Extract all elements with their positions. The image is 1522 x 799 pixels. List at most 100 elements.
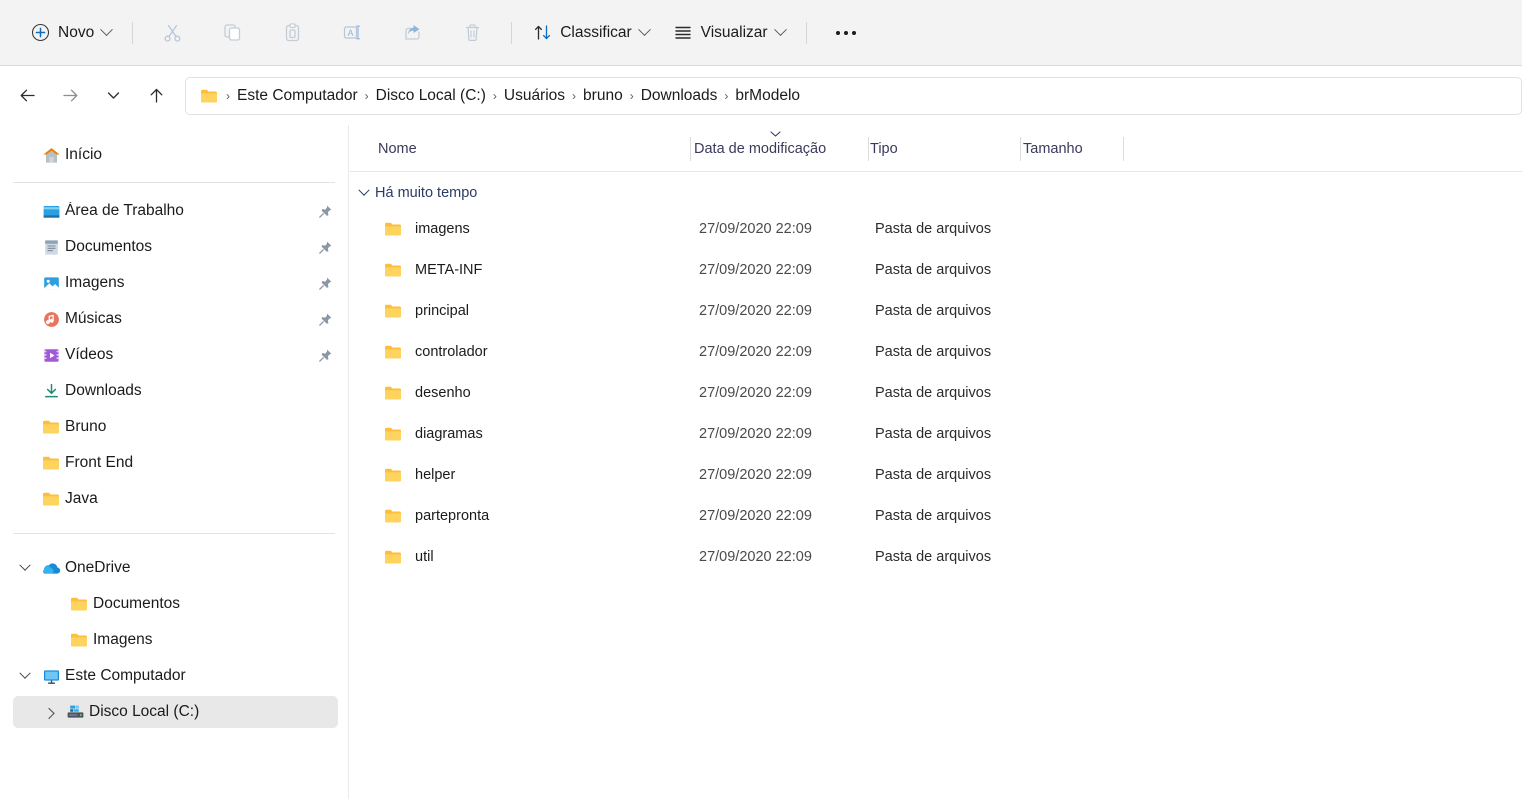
file-name-label: desenho [415,384,471,401]
table-row[interactable]: principal 27/09/2020 22:09 Pasta de arqu… [356,290,1516,331]
column-header-row: Nome Data de modificação Tipo Tamanho [350,125,1522,172]
chevron-down-icon[interactable] [13,667,37,680]
navigation-sidebar[interactable]: Início Área de Trabalho Documentos Image… [0,125,349,799]
table-row[interactable]: META-INF 27/09/2020 22:09 Pasta de arqui… [356,249,1516,290]
table-row[interactable]: imagens 27/09/2020 22:09 Pasta de arquiv… [356,208,1516,249]
back-button[interactable] [10,79,44,113]
more-options-button[interactable] [825,15,867,51]
sidebar-item-label: Documentos [65,238,153,255]
chevron-down-icon[interactable] [13,559,37,572]
command-toolbar: Novo A Classificar Visualizar [0,0,1522,66]
breadcrumb-item-5[interactable]: brModelo [729,84,806,108]
pin-icon[interactable] [312,276,338,291]
sidebar-item-downloads[interactable]: Downloads [13,375,338,407]
folder-icon [384,262,403,278]
plus-circle-icon [31,23,50,42]
sidebar-item-onedrive-documentos[interactable]: Documentos [13,588,338,620]
sidebar-item-this-pc[interactable]: Este Computador [13,660,338,692]
sidebar-item-pictures[interactable]: Imagens [13,267,338,299]
view-button[interactable]: Visualizar [662,15,796,51]
delete-button[interactable] [451,15,493,51]
breadcrumb-item-4[interactable]: Downloads [635,84,724,108]
group-header-long-ago[interactable]: Há muito tempo [350,178,1522,208]
sidebar-item-documents[interactable]: Documentos [13,231,338,263]
pin-icon[interactable] [312,204,338,219]
folder-icon [37,491,65,507]
pin-icon[interactable] [312,240,338,255]
file-name-cell: diagramas [384,426,483,442]
share-button[interactable] [391,15,433,51]
column-header-size[interactable]: Tamanho [1023,125,1083,172]
table-row[interactable]: helper 27/09/2020 22:09 Pasta de arquivo… [356,454,1516,495]
new-button-label: Novo [58,23,95,41]
breadcrumb-item-0[interactable]: Este Computador [231,84,364,108]
table-row[interactable]: partepronta 27/09/2020 22:09 Pasta de ar… [356,495,1516,536]
breadcrumb-separator: › [364,88,369,103]
paste-button[interactable] [271,15,313,51]
file-date-cell: 27/09/2020 22:09 [699,466,812,483]
up-button[interactable] [139,79,173,113]
recent-locations-button[interactable] [96,79,130,113]
toolbar-separator [805,21,807,44]
breadcrumb-item-3[interactable]: bruno [577,84,629,108]
sidebar-item-java[interactable]: Java [13,483,338,515]
chevron-down-icon[interactable] [773,23,787,37]
column-header-type[interactable]: Tipo [870,125,898,172]
sidebar-item-label: Imagens [93,631,153,648]
folder-icon [37,419,65,435]
column-header-date-modified[interactable]: Data de modificação [694,125,826,172]
file-date-cell: 27/09/2020 22:09 [699,384,812,401]
table-row[interactable]: controlador 27/09/2020 22:09 Pasta de ar… [356,331,1516,372]
file-name-label: controlador [415,343,488,360]
breadcrumb-item-1[interactable]: Disco Local (C:) [370,84,492,108]
chevron-down-icon[interactable] [637,23,651,37]
sidebar-item-onedrive[interactable]: OneDrive [13,552,338,584]
sidebar-item-music[interactable]: Músicas [13,303,338,335]
folder-icon [384,303,403,319]
sidebar-item-label: Bruno [65,418,107,435]
new-button[interactable]: Novo [20,15,122,51]
sort-button[interactable]: Classificar [522,15,659,51]
column-header-label: Tipo [870,140,898,157]
cut-button[interactable] [151,15,193,51]
file-name-cell: META-INF [384,262,482,278]
sidebar-item-label: Músicas [65,310,122,327]
forward-button[interactable] [53,79,87,113]
svg-text:A: A [347,28,353,38]
table-row[interactable]: diagramas 27/09/2020 22:09 Pasta de arqu… [356,413,1516,454]
drive-icon [61,704,89,720]
chevron-right-icon[interactable] [37,707,61,720]
sidebar-item-local-disk-c[interactable]: Disco Local (C:) [13,696,338,728]
sidebar-item-home[interactable]: Início [13,139,338,171]
sidebar-item-label: Imagens [65,274,125,291]
address-bar[interactable]: › Este Computador › Disco Local (C:) › U… [185,76,1522,115]
rename-button[interactable]: A [331,15,373,51]
column-header-label: Data de modificação [694,140,827,157]
videos-icon [37,346,65,365]
sidebar-item-desktop[interactable]: Área de Trabalho [13,195,338,227]
sidebar-item-bruno[interactable]: Bruno [13,411,338,443]
column-divider[interactable] [690,137,691,161]
sidebar-item-onedrive-imagens[interactable]: Imagens [13,624,338,656]
sidebar-item-videos[interactable]: Vídeos [13,339,338,371]
column-header-name[interactable]: Nome [378,125,417,172]
pin-icon[interactable] [312,312,338,327]
column-divider[interactable] [1123,137,1124,161]
column-divider[interactable] [868,137,869,161]
pin-icon[interactable] [312,348,338,363]
home-icon [37,146,65,165]
breadcrumb-item-2[interactable]: Usuários [498,84,571,108]
group-header-label: Há muito tempo [375,185,478,201]
chevron-down-icon[interactable] [100,23,114,37]
cloud-icon [37,561,65,576]
sidebar-item-front-end[interactable]: Front End [13,447,338,479]
file-type-cell: Pasta de arquivos [875,384,992,401]
table-row[interactable]: desenho 27/09/2020 22:09 Pasta de arquiv… [356,372,1516,413]
file-name-label: diagramas [415,425,483,442]
column-divider[interactable] [1020,137,1021,161]
folder-icon [384,508,403,524]
file-date-cell: 27/09/2020 22:09 [699,343,812,360]
table-row[interactable]: util 27/09/2020 22:09 Pasta de arquivos [356,536,1516,577]
chevron-down-icon[interactable] [358,184,370,196]
copy-button[interactable] [211,15,253,51]
